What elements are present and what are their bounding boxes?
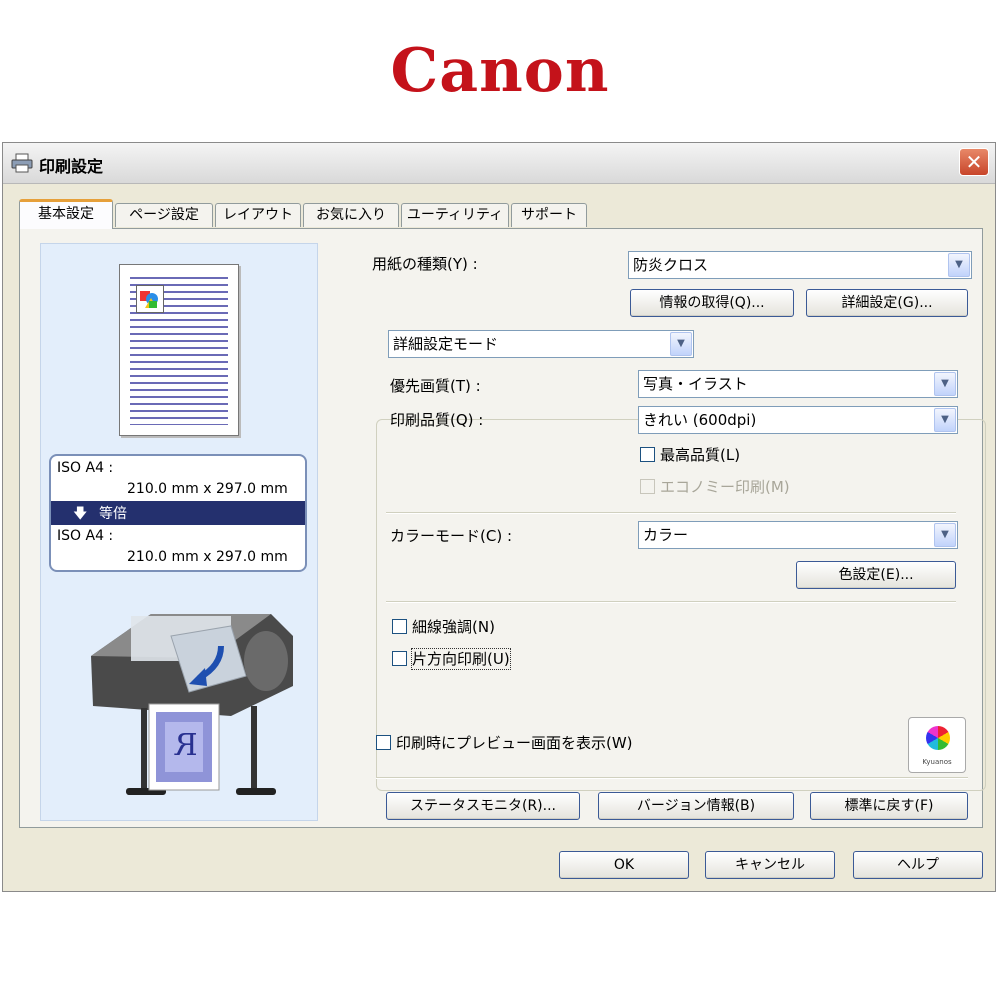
chevron-down-icon[interactable]: ▼ (948, 253, 970, 277)
chevron-down-icon[interactable]: ▼ (934, 523, 956, 547)
preview-on-print-label: 印刷時にプレビュー画面を表示(W) (396, 734, 633, 752)
checkbox-box[interactable] (392, 619, 407, 634)
tab-support[interactable]: サポート (511, 203, 587, 227)
kyuanos-button[interactable]: Kyuanos (908, 717, 966, 773)
title-bar[interactable]: 印刷設定 ✕ (3, 143, 995, 184)
color-settings-button[interactable]: 色設定(E)... (796, 561, 956, 589)
print-quality-dropdown[interactable]: きれい (600dpi) ▼ (638, 406, 958, 434)
divider (376, 777, 968, 779)
priority-quality-value: 写真・イラスト (643, 375, 748, 393)
paper-size-info: ISO A4 : 210.0 mm x 297.0 mm 🡇 等倍 ISO A4… (49, 454, 307, 572)
restore-defaults-button[interactable]: 標準に戻す(F) (810, 792, 968, 820)
media-type-label: 用紙の種類(Y) : (372, 255, 478, 273)
tab-basic-settings[interactable]: 基本設定 (19, 199, 113, 229)
status-monitor-button[interactable]: ステータスモニタ(R)... (386, 792, 580, 820)
basic-settings-panel: ISO A4 : 210.0 mm x 297.0 mm 🡇 等倍 ISO A4… (19, 228, 986, 828)
print-settings-dialog: 印刷設定 ✕ 基本設定 ページ設定 レイアウト お気に入り ユーティリティ サポ… (2, 142, 996, 892)
tab-favorites[interactable]: お気に入り (303, 203, 399, 227)
window-title: 印刷設定 (39, 157, 104, 176)
get-info-button[interactable]: 情報の取得(Q)... (630, 289, 794, 317)
divider (386, 512, 956, 514)
print-quality-value: きれい (600dpi) (643, 411, 757, 429)
checkbox-box[interactable] (392, 651, 407, 666)
scale-strip: 🡇 等倍 (51, 501, 305, 525)
media-type-value: 防炎クロス (633, 256, 709, 274)
help-button[interactable]: ヘルプ (853, 851, 983, 879)
scale-label: 等倍 (99, 506, 127, 522)
media-type-dropdown[interactable]: 防炎クロス ▼ (628, 251, 972, 279)
checkbox-box[interactable] (376, 735, 391, 750)
close-icon[interactable]: ✕ (959, 148, 989, 176)
line-emphasis-label: 細線強調(N) (412, 618, 495, 636)
economy-print-label: エコノミー印刷(M) (660, 478, 790, 496)
chevron-down-icon[interactable]: ▼ (934, 372, 956, 396)
checkbox-box[interactable] (640, 447, 655, 462)
image-thumbnail-icon (136, 285, 164, 313)
ok-button[interactable]: OK (559, 851, 689, 879)
print-quality-label: 印刷品質(Q) : (390, 411, 484, 429)
checkbox-box (640, 479, 655, 494)
version-info-button[interactable]: バージョン情報(B) (598, 792, 794, 820)
detail-settings-button[interactable]: 詳細設定(G)... (806, 289, 968, 317)
tab-utility[interactable]: ユーティリティ (401, 203, 509, 227)
unidirectional-print-label: 片方向印刷(U) (411, 648, 511, 670)
input-size-dims: 210.0 mm x 297.0 mm (127, 481, 288, 497)
color-mode-label: カラーモード(C) : (390, 527, 513, 545)
paper-letter: R (175, 728, 198, 763)
printer-icon (11, 153, 33, 173)
chevron-down-icon[interactable]: ▼ (670, 332, 692, 356)
priority-quality-dropdown[interactable]: 写真・イラスト ▼ (638, 370, 958, 398)
cancel-button[interactable]: キャンセル (705, 851, 835, 879)
tab-page-setup[interactable]: ページ設定 (115, 203, 213, 227)
settings-mode-value: 詳細設定モード (393, 335, 499, 353)
color-mode-dropdown[interactable]: カラー ▼ (638, 521, 958, 549)
settings-mode-dropdown[interactable]: 詳細設定モード ▼ (388, 330, 694, 358)
print-preview-area: ISO A4 : 210.0 mm x 297.0 mm 🡇 等倍 ISO A4… (40, 243, 318, 821)
chevron-down-icon[interactable]: ▼ (934, 408, 956, 432)
arrow-down-icon: 🡇 (73, 506, 88, 522)
color-wheel-icon (926, 726, 950, 750)
color-mode-value: カラー (643, 526, 689, 544)
input-size-name: ISO A4 : (57, 460, 114, 476)
priority-quality-label: 優先画質(T) : (390, 377, 481, 395)
divider (386, 601, 956, 603)
large-format-printer-icon (91, 614, 293, 795)
highest-quality-label: 最高品質(L) (660, 446, 741, 464)
output-size-name: ISO A4 : (57, 528, 114, 544)
page-preview (119, 264, 239, 436)
tab-layout[interactable]: レイアウト (215, 203, 301, 227)
kyuanos-label: Kyuanos (922, 758, 952, 766)
canon-logo: Canon (390, 36, 610, 106)
output-size-dims: 210.0 mm x 297.0 mm (127, 549, 288, 565)
